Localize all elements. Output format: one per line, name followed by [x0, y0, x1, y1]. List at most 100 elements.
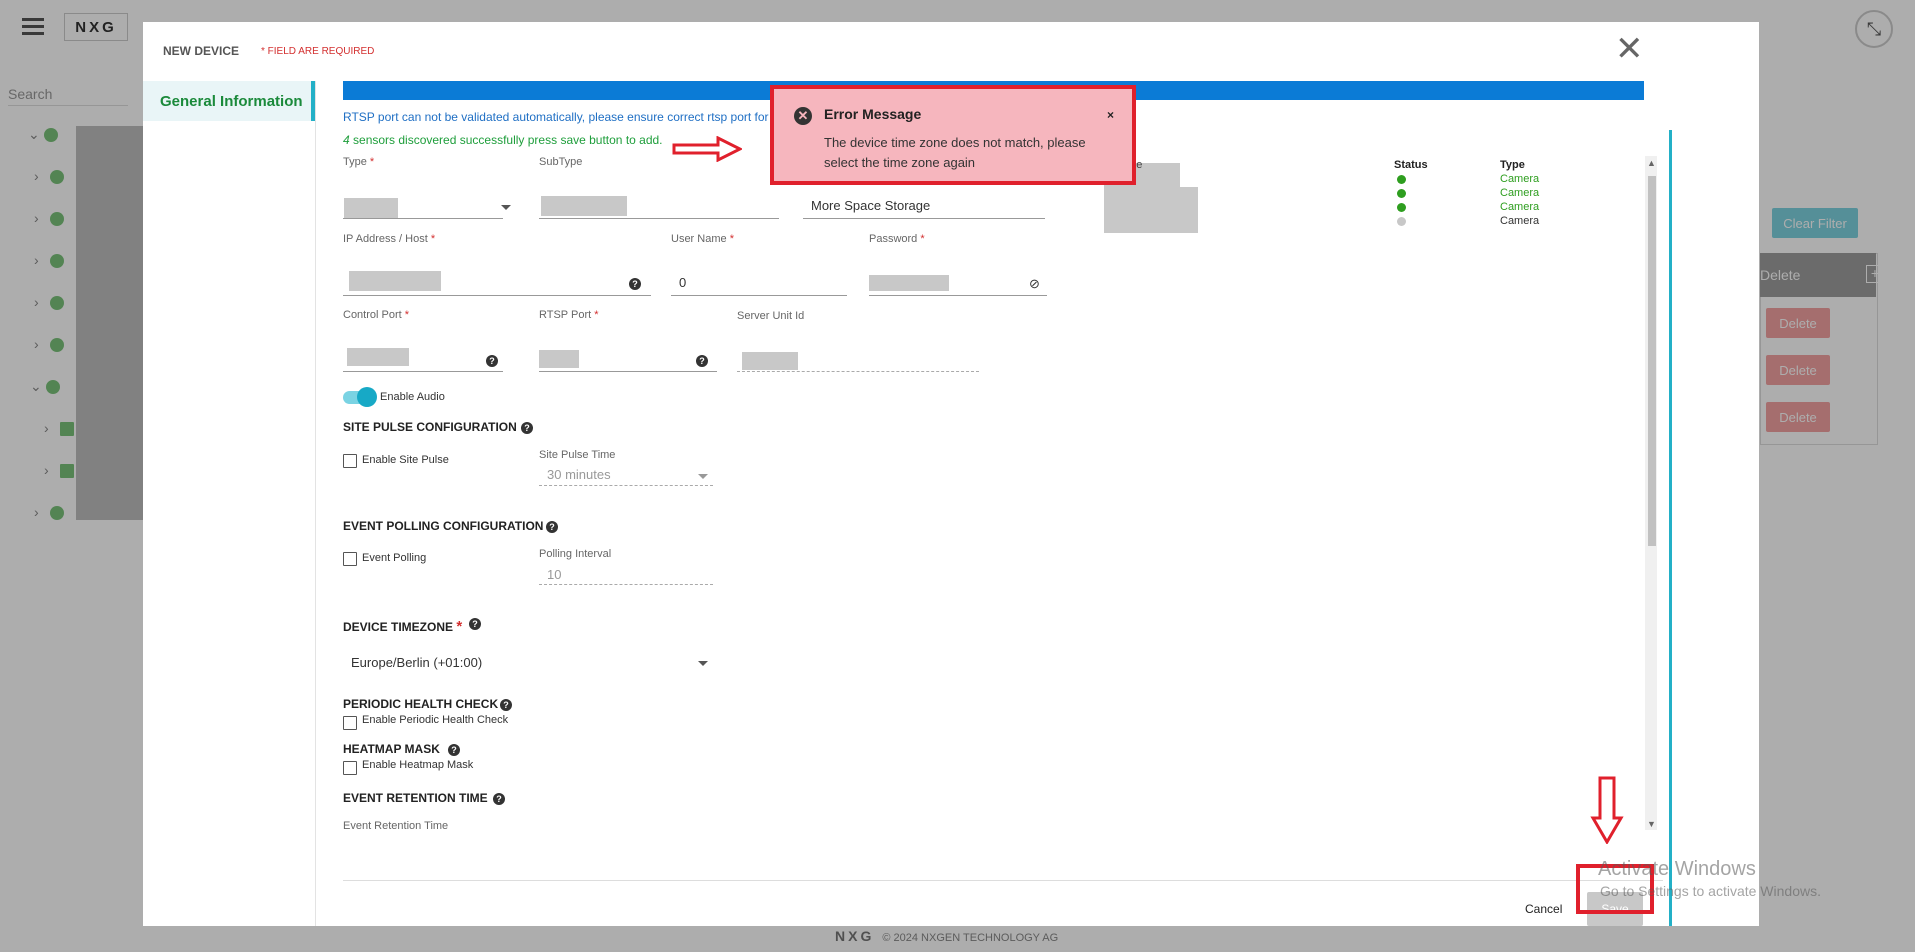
accent-border: [1669, 130, 1672, 926]
help-icon[interactable]: ?: [500, 699, 512, 711]
toggle-knob: [357, 387, 377, 407]
help-icon[interactable]: ?: [546, 521, 558, 533]
redacted-value: [742, 352, 798, 370]
polling-interval-label: Polling Interval: [539, 548, 612, 560]
sensor-type-header: Type: [1500, 159, 1525, 171]
sensor-status-dot: [1397, 175, 1406, 184]
sensors-info-message: sensors discovered successfully press sa…: [349, 133, 663, 147]
tab-general-information[interactable]: General Information: [143, 81, 315, 121]
windows-watermark-title: Activate Windows: [1598, 858, 1756, 880]
type-label-text: Type: [343, 156, 367, 168]
sensor-count: 4: [343, 133, 350, 147]
required-asterisk: *: [594, 309, 599, 321]
type-label: Type *: [343, 156, 374, 168]
required-asterisk: *: [456, 618, 463, 635]
sensor-status-header: Status: [1394, 159, 1428, 171]
windows-watermark-subtitle: Go to Settings to activate Windows.: [1600, 883, 1821, 899]
site-pulse-heading: SITE PULSE CONFIGURATION: [343, 420, 517, 434]
rtsp-info-text: RTSP port can not be validated automatic…: [343, 110, 801, 124]
redacted-value: [344, 198, 398, 218]
close-icon[interactable]: ✕: [1615, 32, 1644, 66]
side-divider: [315, 81, 316, 926]
required-asterisk: *: [729, 233, 734, 245]
help-icon[interactable]: ?: [448, 744, 460, 756]
sensor-status-dot: [1397, 217, 1406, 226]
sensor-type: Camera: [1500, 201, 1540, 213]
sensor-type: Camera: [1500, 173, 1540, 185]
timezone-heading: DEVICE TIMEZONE *: [343, 618, 462, 635]
annotation-arrow-down-icon: [1590, 776, 1624, 844]
toast-message: The device time zone does not match, ple…: [824, 135, 1086, 170]
subtype-label: SubType: [539, 156, 583, 168]
annotation-arrow-right-icon: [672, 136, 742, 162]
rtsp-port-label: RTSP Port *: [539, 309, 599, 321]
username-label: User Name *: [671, 233, 734, 245]
footer-divider: [343, 880, 1663, 881]
event-polling-label: Event Polling: [362, 552, 427, 564]
timezone-select[interactable]: [343, 670, 713, 692]
username-field[interactable]: [671, 273, 847, 296]
help-icon[interactable]: ?: [696, 355, 708, 367]
sensor-status-dot: [1397, 203, 1406, 212]
ip-label-text: IP Address / Host: [343, 233, 428, 245]
help-icon[interactable]: ?: [521, 422, 533, 434]
help-icon[interactable]: ?: [469, 618, 481, 630]
retention-heading: EVENT RETENTION TIME: [343, 791, 488, 805]
required-note: * FIELD ARE REQUIRED: [261, 46, 375, 57]
polling-interval-field[interactable]: [539, 562, 713, 585]
event-polling-checkbox[interactable]: [343, 552, 357, 566]
control-port-label-text: Control Port: [343, 309, 402, 321]
required-asterisk: *: [404, 309, 410, 321]
redacted-value: [349, 271, 441, 291]
redacted-value: [1104, 187, 1198, 233]
ip-label: IP Address / Host *: [343, 233, 435, 245]
enable-site-pulse-checkbox[interactable]: [343, 454, 357, 468]
timezone-value: Europe/Berlin (+01:00): [351, 655, 483, 670]
cancel-button[interactable]: Cancel: [1525, 902, 1562, 916]
chevron-down-icon: [698, 661, 708, 666]
username-value: 0: [679, 275, 687, 290]
username-label-text: User Name: [671, 233, 727, 245]
required-asterisk: *: [430, 233, 436, 245]
scroll-up-icon[interactable]: ▲: [1647, 158, 1656, 168]
rtsp-port-label-text: RTSP Port: [539, 309, 592, 321]
required-asterisk: *: [369, 156, 375, 168]
health-check-checkbox[interactable]: [343, 716, 357, 730]
sensor-type: Camera: [1500, 215, 1540, 227]
eye-slash-icon[interactable]: ⊘: [1029, 276, 1040, 292]
scrollbar-thumb[interactable]: [1648, 176, 1656, 546]
error-toast: ✕ Error Message × The device time zone d…: [770, 85, 1136, 185]
help-icon[interactable]: ?: [486, 355, 498, 367]
chevron-down-icon: [698, 474, 708, 479]
site-pulse-time-label: Site Pulse Time: [539, 449, 616, 461]
toast-close-icon[interactable]: ×: [1107, 108, 1114, 122]
heatmap-checkbox[interactable]: [343, 761, 357, 775]
heatmap-label: Enable Heatmap Mask: [362, 759, 474, 771]
error-icon: ✕: [794, 107, 812, 125]
chevron-down-icon: [501, 205, 511, 210]
toast-title: Error Message: [824, 106, 922, 122]
retention-field-label: Event Retention Time: [343, 820, 449, 832]
scroll-down-icon[interactable]: ▼: [1647, 819, 1656, 829]
sensors-discovered-text: 4 sensors discovered successfully press …: [343, 133, 663, 147]
site-pulse-time-value: 30 minutes: [547, 467, 611, 482]
password-label-text: Password: [869, 233, 918, 245]
heatmap-heading: HEATMAP MASK: [343, 742, 440, 756]
sensor-type: Camera: [1500, 187, 1540, 199]
health-check-label: Enable Periodic Health Check: [362, 714, 509, 726]
help-icon[interactable]: ?: [493, 793, 505, 805]
control-port-label: Control Port *: [343, 309, 409, 321]
sensor-status-dot: [1397, 189, 1406, 198]
modal-title: NEW DEVICE: [163, 44, 240, 58]
help-icon[interactable]: ?: [629, 278, 641, 290]
health-check-heading: PERIODIC HEALTH CHECK: [343, 697, 499, 711]
required-asterisk: *: [920, 233, 925, 245]
redacted-value: [869, 275, 949, 291]
tab-label: General Information: [160, 92, 303, 110]
password-label: Password *: [869, 233, 925, 245]
redacted-value: [541, 196, 627, 216]
redacted-value: [539, 350, 579, 368]
event-polling-heading: EVENT POLLING CONFIGURATION: [343, 519, 544, 533]
name-value: More Space Storage: [811, 198, 931, 213]
server-unit-label: Server Unit Id: [737, 310, 805, 322]
